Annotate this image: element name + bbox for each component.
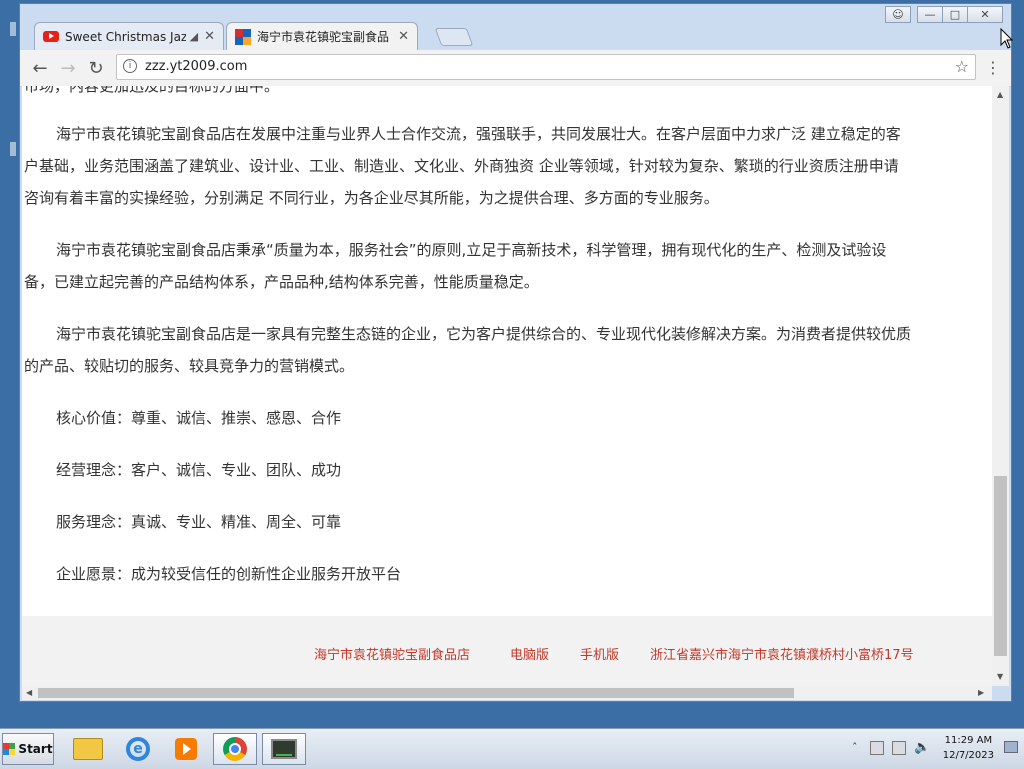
show-desktop-icon[interactable]: [1004, 741, 1018, 753]
browser-window: ☺ — □ ✕ Sweet Christmas Jazz ◢ ✕ 海宁市袁花镇驼…: [19, 3, 1012, 702]
show-hidden-icons-icon[interactable]: ˆ: [852, 741, 858, 754]
windows-logo-icon: [3, 743, 16, 755]
page-footer: 海宁市袁花镇驼宝副食品店 电脑版 手机版 浙江省嘉兴市海宁市袁花镇濮桥村小富桥1…: [22, 616, 992, 686]
volume-icon[interactable]: 🔈: [914, 740, 930, 755]
company-vision: 企业愿景：成为较受信任的创新性企业服务开放平台: [56, 565, 402, 583]
speaker-icon[interactable]: ◢: [190, 30, 198, 43]
media-player-icon[interactable]: [164, 733, 208, 765]
network-icon[interactable]: [892, 741, 906, 755]
paragraph-ecosystem: 海宁市袁花镇驼宝副食品店是一家具有完整生态链的企业，它为客户提供综合的、专业现代…: [24, 325, 912, 375]
vertical-scroll-thumb[interactable]: [994, 476, 1007, 656]
close-tab-icon[interactable]: ✕: [398, 29, 409, 44]
close-window-button[interactable]: ✕: [967, 6, 1003, 23]
business-philosophy: 经营理念：客户、诚信、专业、团队、成功: [56, 461, 342, 479]
chrome-taskbar-icon[interactable]: [213, 733, 257, 765]
mouse-cursor-icon: [1000, 28, 1014, 49]
site-favicon-icon: [235, 28, 251, 45]
footer-company-link[interactable]: 海宁市袁花镇驼宝副食品店: [314, 644, 470, 663]
paragraph-quality: 海宁市袁花镇驼宝副食品店秉承“质量为本，服务社会”的原则,立足于高新技术，科学管…: [24, 241, 887, 291]
scroll-down-icon[interactable]: ▼: [997, 672, 1003, 681]
core-values: 核心价值：尊重、诚信、推崇、感恩、合作: [56, 409, 342, 427]
close-tab-icon[interactable]: ✕: [204, 29, 215, 44]
clock-date: 12/7/2023: [942, 750, 994, 761]
desktop-icon-fragment: [10, 142, 16, 156]
tab-strip: Sweet Christmas Jazz ◢ ✕ 海宁市袁花镇驼宝副食品 ✕: [30, 20, 550, 50]
internet-explorer-icon[interactable]: e: [116, 733, 160, 765]
file-explorer-icon[interactable]: [66, 733, 110, 765]
service-philosophy: 服务理念：真诚、专业、精准、周全、可靠: [56, 513, 342, 531]
info-icon[interactable]: i: [123, 59, 137, 73]
scroll-left-icon[interactable]: ◀: [26, 688, 32, 697]
tab-haining-store[interactable]: 海宁市袁花镇驼宝副食品 ✕: [226, 22, 418, 50]
back-button[interactable]: ←: [28, 56, 52, 80]
paragraph-cooperation: 海宁市袁花镇驼宝副食品店在发展中注重与业界人士合作交流，强强联手，共同发展壮大。…: [24, 125, 901, 207]
scroll-up-icon[interactable]: ▲: [997, 90, 1003, 99]
window-controls: ☺ — □ ✕: [885, 6, 1003, 24]
desktop-icon-fragment: [10, 22, 16, 36]
url-text[interactable]: zzz.yt2009.com: [145, 59, 247, 74]
start-label: Start: [18, 742, 53, 756]
clock[interactable]: 11:29 AM 12/7/2023: [943, 733, 994, 763]
task-manager-icon[interactable]: [262, 733, 306, 765]
tab-title: Sweet Christmas Jazz: [65, 29, 186, 44]
scroll-right-icon[interactable]: ▶: [978, 688, 984, 697]
horizontal-scrollbar[interactable]: ◀ ▶: [22, 686, 992, 700]
footer-mobile-link[interactable]: 手机版: [580, 644, 619, 663]
vertical-scrollbar[interactable]: ▲ ▼: [992, 86, 1009, 686]
start-button[interactable]: Start: [2, 733, 54, 765]
horizontal-scroll-thumb[interactable]: [38, 688, 794, 698]
address-bar[interactable]: i zzz.yt2009.com ☆: [116, 54, 976, 80]
forward-button[interactable]: →: [56, 56, 80, 80]
user-profile-button[interactable]: ☺: [885, 6, 911, 23]
tab-title: 海宁市袁花镇驼宝副食品: [257, 30, 390, 44]
youtube-icon: [43, 31, 59, 42]
partial-paragraph: 市场，内容更加迅及的目标的方面中。: [24, 86, 280, 95]
reload-button[interactable]: ↻: [84, 56, 108, 80]
action-center-icon[interactable]: [870, 741, 884, 755]
taskbar: Start e ˆ 🔈 11:29 AM 12/7/2023: [0, 728, 1024, 769]
footer-pc-link[interactable]: 电脑版: [510, 644, 549, 663]
bookmark-star-icon[interactable]: ☆: [955, 57, 969, 76]
browser-toolbar: ← → ↻ i zzz.yt2009.com ☆ ⋮: [20, 50, 1011, 87]
system-tray: ˆ 🔈 11:29 AM 12/7/2023: [848, 729, 1024, 769]
footer-address: 浙江省嘉兴市海宁市袁花镇濮桥村小富桥17号: [650, 648, 914, 663]
menu-dots-icon[interactable]: ⋮: [985, 58, 1001, 77]
new-tab-button[interactable]: [434, 28, 474, 46]
tab-sweet-christmas-jazz[interactable]: Sweet Christmas Jazz ◢ ✕: [34, 22, 224, 50]
page-viewport: 市场，内容更加迅及的目标的方面中。 海宁市袁花镇驼宝副食品店在发展中注重与业界人…: [22, 86, 992, 686]
clock-time: 11:29 AM: [944, 735, 993, 746]
maximize-button[interactable]: □: [942, 6, 968, 23]
minimize-button[interactable]: —: [917, 6, 943, 23]
